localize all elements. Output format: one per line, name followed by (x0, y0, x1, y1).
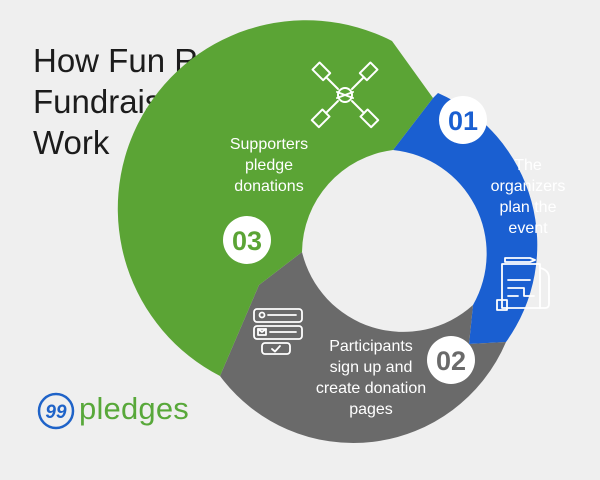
logo-mark-99: 99 (37, 392, 75, 430)
logo: 99 pledges (36, 391, 189, 431)
step-01-badge: 01 (439, 96, 487, 144)
step-01-line-1: The (514, 157, 542, 174)
step-03-badge: 03 (223, 216, 271, 264)
step-01-line-2: organizers (491, 178, 566, 195)
step-03-line-2: pledge (245, 157, 293, 174)
step-02-line-2: sign up and (330, 359, 413, 376)
step-02-line-3: create donation (316, 380, 426, 397)
step-03-number: 03 (232, 226, 262, 256)
step-02-line-1: Participants (329, 338, 413, 355)
step-02-number: 02 (436, 346, 466, 376)
step-02-badge: 02 (427, 336, 475, 384)
step-02-line-4: pages (349, 401, 393, 418)
step-03-line-3: donations (234, 178, 303, 195)
step-03-line-1: Supporters (230, 136, 308, 153)
step-01-number: 01 (448, 106, 478, 136)
step-01-line-3: plan the (500, 199, 557, 216)
logo-mark-text: 99 (45, 402, 67, 423)
step-01-line-4: event (508, 220, 548, 237)
logo-text: pledges (79, 391, 189, 426)
